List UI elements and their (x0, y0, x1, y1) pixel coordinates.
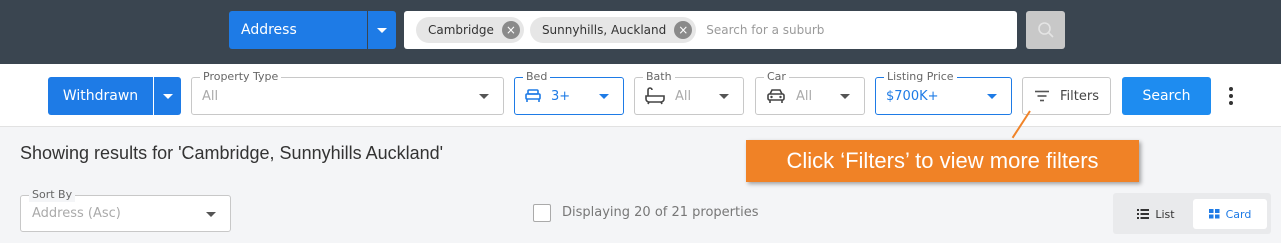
view-toggle: List Card (1113, 193, 1271, 234)
search-submit-button[interactable] (1026, 11, 1065, 49)
list-view-button[interactable]: List (1121, 199, 1191, 229)
top-search-bar: Address Cambridge × Sunnyhills, Auckland… (0, 0, 1281, 64)
bath-value: All (675, 88, 692, 104)
location-chip: Cambridge × (416, 17, 524, 43)
results-title: Showing results for 'Cambridge, Sunnyhil… (20, 143, 444, 163)
filters-label: Filters (1060, 88, 1099, 104)
chevron-down-icon (479, 94, 489, 99)
search-icon (1037, 22, 1054, 38)
bed-value: 3+ (551, 88, 571, 104)
chevron-down-icon (162, 93, 173, 99)
list-view-label: List (1155, 207, 1175, 221)
filter-bar: Withdrawn Property Type All Bed 3+ Bath (0, 64, 1281, 127)
chevron-down-icon (377, 27, 387, 33)
chip-label: Cambridge (428, 23, 494, 37)
sort-by-value: Address (Asc) (32, 206, 121, 221)
chevron-down-icon (840, 94, 850, 99)
property-type-legend: Property Type (200, 70, 282, 84)
remove-chip-icon[interactable]: × (674, 21, 693, 39)
location-chip: Sunnyhills, Auckland × (529, 17, 697, 43)
listing-status-button[interactable]: Withdrawn (48, 77, 153, 115)
listing-status-dropdown-toggle[interactable] (154, 77, 181, 115)
sort-by-select[interactable]: Sort By Address (Asc) (20, 188, 231, 232)
more-options-icon[interactable] (1222, 77, 1240, 115)
chevron-down-icon (719, 94, 729, 99)
property-type-select[interactable]: Property Type All (191, 70, 504, 115)
car-legend: Car (764, 70, 789, 84)
callout-text: Click ‘Filters’ to view more filters (786, 148, 1099, 173)
list-icon (1137, 209, 1150, 219)
bath-select[interactable]: Bath All (634, 70, 744, 115)
search-type-button[interactable]: Address (229, 11, 367, 49)
bed-select[interactable]: Bed 3+ (514, 70, 624, 115)
search-button[interactable]: Search (1122, 77, 1211, 115)
listing-price-legend: Listing Price (884, 70, 957, 84)
bath-legend: Bath (643, 70, 675, 84)
bath-icon (645, 87, 665, 105)
select-all-checkbox[interactable] (533, 204, 551, 222)
grid-icon (1208, 209, 1220, 219)
chevron-down-icon (599, 94, 609, 99)
search-type-label: Address (241, 22, 297, 38)
search-placeholder: Search for a suburb (706, 23, 825, 37)
card-view-label: Card (1225, 207, 1252, 221)
tutorial-callout: Click ‘Filters’ to view more filters (746, 140, 1139, 182)
suburb-search-input[interactable]: Cambridge × Sunnyhills, Auckland × Searc… (404, 11, 1017, 49)
search-type-dropdown-toggle[interactable] (368, 11, 396, 49)
car-value: All (796, 88, 813, 104)
search-button-label: Search (1142, 88, 1191, 104)
chevron-down-icon (206, 212, 216, 217)
card-view-button[interactable]: Card (1193, 199, 1267, 229)
car-select[interactable]: Car All (755, 70, 865, 115)
filter-icon (1035, 90, 1050, 102)
chevron-down-icon (987, 94, 997, 99)
sort-by-legend: Sort By (29, 188, 76, 202)
listing-status-label: Withdrawn (62, 88, 139, 104)
bed-legend: Bed (523, 70, 551, 84)
more-filters-button[interactable]: Filters (1022, 77, 1111, 115)
remove-chip-icon[interactable]: × (501, 21, 520, 39)
listing-price-value: $700K+ (886, 88, 939, 104)
property-type-value: All (202, 88, 219, 104)
chip-label: Sunnyhills, Auckland (541, 23, 667, 37)
listing-price-select[interactable]: Listing Price $700K+ (875, 70, 1012, 115)
car-icon (766, 88, 786, 104)
bed-icon (525, 89, 541, 103)
results-count: Displaying 20 of 21 properties (562, 205, 759, 220)
